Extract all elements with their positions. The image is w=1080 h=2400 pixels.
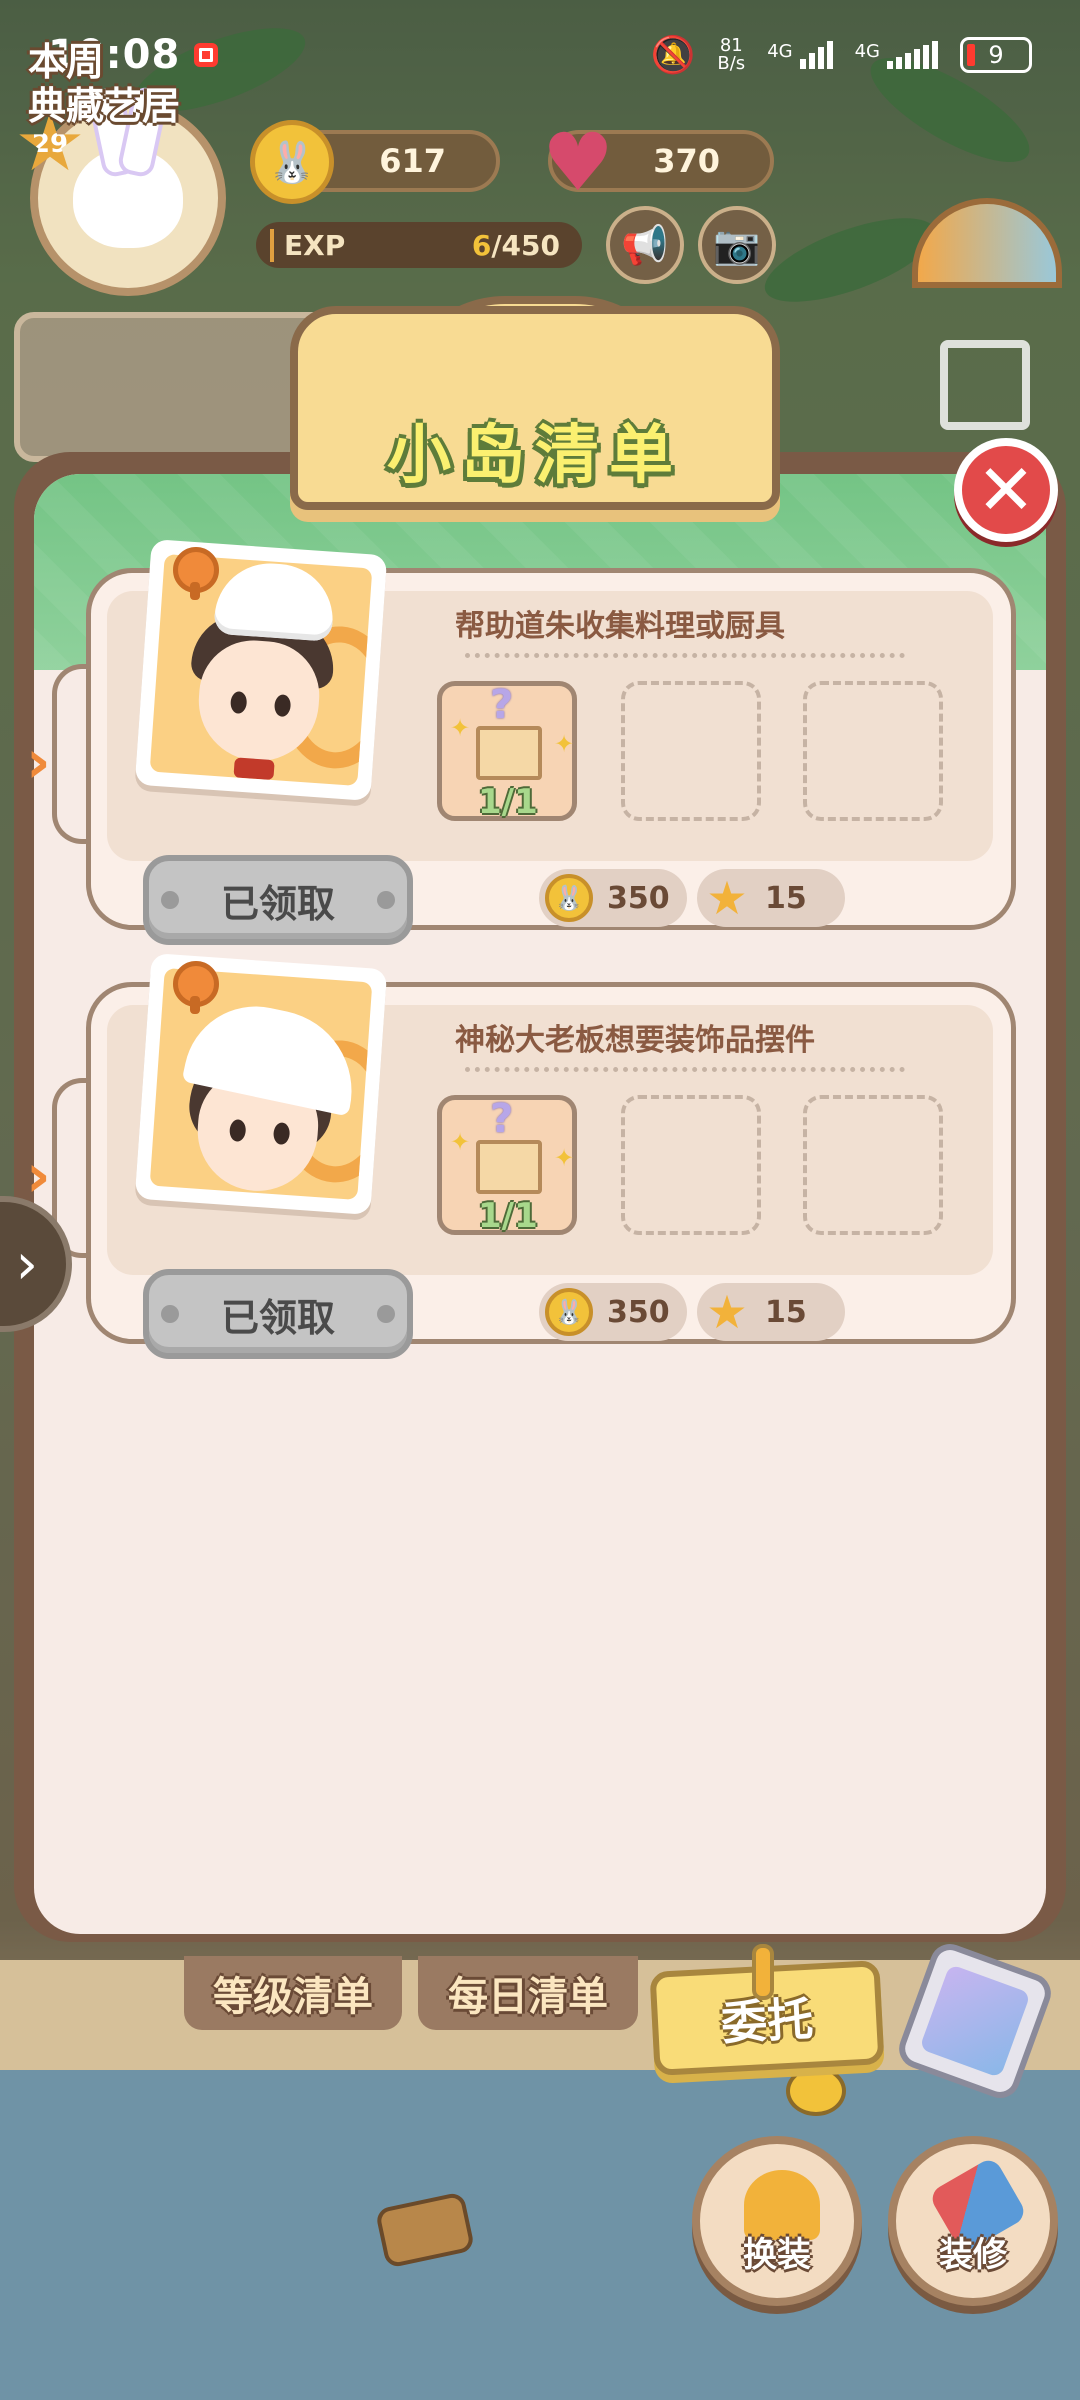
star-reward-amount: 15 bbox=[765, 1294, 807, 1330]
coin-reward: 🐰 350 bbox=[539, 1283, 687, 1341]
slot-progress: 1/1 bbox=[478, 1196, 538, 1236]
item-slot[interactable]: ✦ ✦ ? 1/1 bbox=[437, 681, 577, 822]
coin-icon: 🐰 bbox=[545, 1288, 593, 1336]
mystery-box-icon bbox=[476, 726, 542, 780]
close-icon: ✕ bbox=[976, 449, 1036, 531]
camera-button[interactable]: 📷 bbox=[698, 206, 776, 284]
heart-amount: 370 bbox=[653, 142, 720, 180]
screen-record-icon bbox=[194, 43, 219, 67]
signal-icon: 4G bbox=[855, 41, 938, 69]
star-reward: ★ 15 bbox=[697, 869, 845, 927]
coin-counter[interactable]: 🐰 617 bbox=[250, 120, 500, 204]
coin-reward-amount: 350 bbox=[607, 880, 670, 916]
task-portrait bbox=[134, 953, 388, 1215]
slot-progress: 1/1 bbox=[478, 782, 538, 822]
tab-pin-icon bbox=[752, 1944, 774, 2000]
star-icon: ★ bbox=[706, 871, 748, 925]
divider bbox=[465, 653, 905, 658]
item-slot-empty bbox=[803, 681, 943, 821]
dress-up-button[interactable]: 换装 bbox=[692, 2136, 862, 2306]
bell-off-icon: 🔕 bbox=[650, 35, 696, 76]
fullscreen-icon[interactable] bbox=[940, 340, 1030, 430]
task-card: 帮助道朱收集料理或厨具 ✦ ✦ ? 1/1 已领取 🐰 350 ★ 15 bbox=[86, 539, 1016, 945]
task-title: 帮助道朱收集料理或厨具 bbox=[455, 609, 785, 644]
coin-icon: 🐰 bbox=[545, 874, 593, 922]
player-avatar[interactable] bbox=[30, 100, 226, 296]
heart-counter[interactable]: ♥ 370 bbox=[542, 116, 774, 209]
dress-up-label: 换装 bbox=[743, 2235, 811, 2275]
camera-icon: 📷 bbox=[713, 222, 761, 267]
item-slot-empty bbox=[621, 681, 761, 821]
mystery-box-icon bbox=[476, 1140, 542, 1194]
coin-reward: 🐰 350 bbox=[539, 869, 687, 927]
chef-hat-icon bbox=[213, 559, 337, 642]
weekly-collection-label: 本周 典藏艺居 bbox=[28, 40, 181, 128]
claimed-button[interactable]: 已领取 bbox=[143, 1269, 413, 1359]
megaphone-button[interactable]: 📢 bbox=[606, 206, 684, 284]
item-slot-empty bbox=[803, 1095, 943, 1235]
pushpin-icon bbox=[173, 961, 219, 1014]
exp-progress: 6/450 bbox=[471, 228, 560, 262]
chevron-right-icon: › bbox=[15, 1231, 38, 1297]
bunny-avatar-icon bbox=[73, 148, 183, 248]
question-mark-icon: ? bbox=[490, 1096, 514, 1142]
rubber-duck-icon bbox=[786, 2066, 846, 2116]
exp-label: EXP bbox=[270, 228, 345, 262]
task-title: 神秘大老板想要装饰品摆件 bbox=[455, 1023, 815, 1058]
decorate-button[interactable]: 装修 bbox=[888, 2136, 1058, 2306]
heart-icon: ♥ bbox=[542, 115, 614, 209]
task-portrait bbox=[134, 539, 388, 801]
star-reward: ★ 15 bbox=[697, 1283, 845, 1341]
pushpin-icon bbox=[173, 547, 219, 600]
close-button[interactable]: ✕ bbox=[954, 438, 1058, 542]
exp-bar: EXP 6/450 bbox=[256, 222, 582, 268]
divider bbox=[465, 1067, 905, 1072]
orange-chevron-icon: › bbox=[26, 727, 51, 797]
star-reward-amount: 15 bbox=[765, 880, 807, 916]
battery-level: 9 bbox=[988, 41, 1004, 69]
item-slot-empty bbox=[621, 1095, 761, 1235]
task-card: 神秘大老板想要装饰品摆件 ✦ ✦ ? 1/1 已领取 🐰 350 ★ 15 bbox=[86, 953, 1016, 1359]
decorate-label: 装修 bbox=[939, 2235, 1007, 2275]
coin-amount: 617 bbox=[379, 142, 446, 180]
tab-daily-list[interactable]: 每日清单 bbox=[418, 1956, 638, 2030]
claimed-button[interactable]: 已领取 bbox=[143, 855, 413, 945]
coin-reward-amount: 350 bbox=[607, 1294, 670, 1330]
megaphone-icon: 📢 bbox=[621, 222, 669, 267]
signal-icon: 4G bbox=[767, 41, 833, 69]
orange-chevron-icon: › bbox=[26, 1141, 51, 1211]
dialog-title: 小岛清单 bbox=[387, 419, 683, 493]
battery-icon: 9 bbox=[960, 37, 1032, 73]
coin-icon: 🐰 bbox=[250, 120, 334, 204]
tab-level-list[interactable]: 等级清单 bbox=[184, 1956, 402, 2030]
item-slot[interactable]: ✦ ✦ ? 1/1 bbox=[437, 1095, 577, 1236]
star-icon: ★ bbox=[706, 1285, 748, 1339]
network-speed: 81 B/s bbox=[717, 35, 746, 74]
question-mark-icon: ? bbox=[490, 682, 514, 728]
